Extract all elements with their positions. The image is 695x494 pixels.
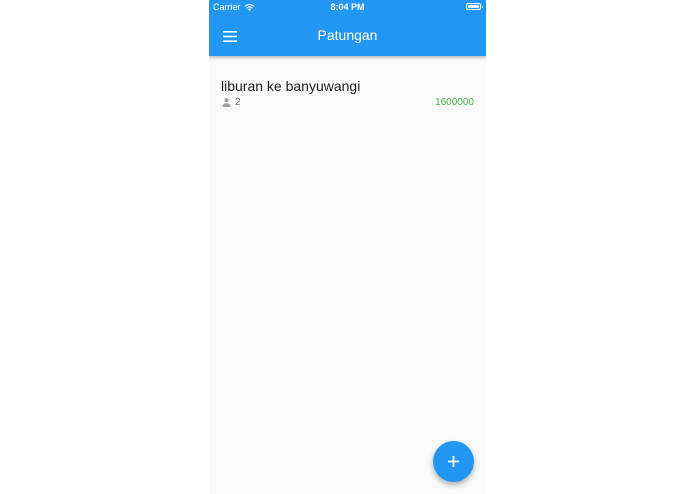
item-amount: 1600000 xyxy=(435,97,474,108)
item-members: 2 xyxy=(222,97,241,108)
plus-icon xyxy=(448,456,459,467)
add-button[interactable] xyxy=(433,441,474,482)
status-bar: Carrier 8:04 PM xyxy=(209,0,486,15)
app-screen: Carrier 8:04 PM Patungan liburan ke bany… xyxy=(209,0,486,494)
page-title: Patungan xyxy=(317,27,378,43)
list-item[interactable]: liburan ke banyuwangi 2 1600000 xyxy=(209,70,486,116)
member-count: 2 xyxy=(235,97,241,108)
battery-icon xyxy=(466,3,483,10)
patungan-list: liburan ke banyuwangi 2 1600000 xyxy=(209,70,486,116)
status-time: 8:04 PM xyxy=(330,2,365,12)
app-bar: Patungan xyxy=(209,15,486,56)
person-icon xyxy=(222,98,231,107)
item-title: liburan ke banyuwangi xyxy=(221,78,361,94)
